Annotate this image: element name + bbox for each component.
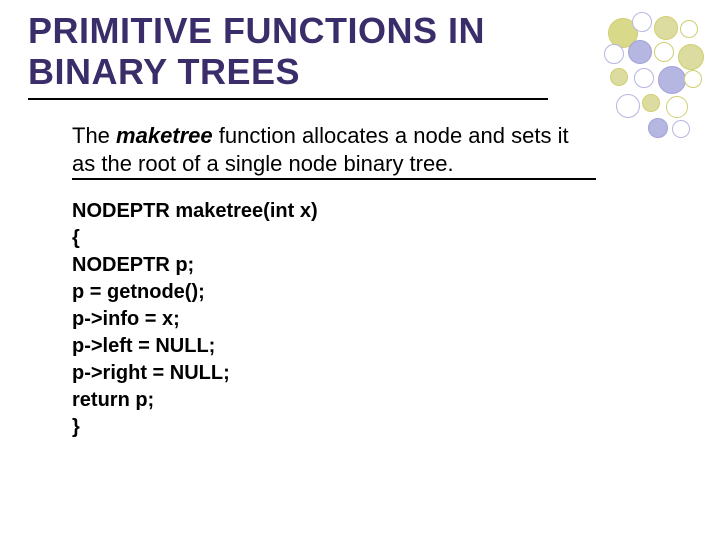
code-line: { bbox=[72, 225, 592, 252]
dot-icon bbox=[684, 70, 702, 88]
dot-icon bbox=[610, 68, 628, 86]
description-keyword: maketree bbox=[116, 123, 213, 148]
corner-dots-decoration bbox=[598, 10, 708, 150]
dot-icon bbox=[678, 44, 704, 70]
code-line: p->info = x; bbox=[72, 306, 592, 333]
dot-icon bbox=[642, 94, 660, 112]
description-pre: The bbox=[72, 123, 116, 148]
code-line: p->right = NULL; bbox=[72, 360, 592, 387]
title-underline bbox=[28, 98, 548, 100]
slide-title: PRIMITIVE FUNCTIONS IN BINARY TREES bbox=[28, 10, 588, 93]
dot-icon bbox=[648, 118, 668, 138]
slide: PRIMITIVE FUNCTIONS IN BINARY TREES The … bbox=[0, 0, 720, 540]
dot-icon bbox=[666, 96, 688, 118]
dot-icon bbox=[616, 94, 640, 118]
dot-icon bbox=[628, 40, 652, 64]
dot-icon bbox=[672, 120, 690, 138]
code-line: p->left = NULL; bbox=[72, 333, 592, 360]
code-line: return p; bbox=[72, 387, 592, 414]
dot-icon bbox=[654, 16, 678, 40]
code-line: NODEPTR p; bbox=[72, 252, 592, 279]
dot-icon bbox=[604, 44, 624, 64]
description: The maketree function allocates a node a… bbox=[72, 122, 592, 177]
code-block: NODEPTR maketree(int x){NODEPTR p;p = ge… bbox=[72, 198, 592, 441]
description-underline bbox=[72, 178, 596, 180]
dot-icon bbox=[634, 68, 654, 88]
code-line: } bbox=[72, 414, 592, 441]
dot-icon bbox=[680, 20, 698, 38]
dot-icon bbox=[654, 42, 674, 62]
dot-icon bbox=[632, 12, 652, 32]
dot-icon bbox=[658, 66, 686, 94]
code-line: NODEPTR maketree(int x) bbox=[72, 198, 592, 225]
code-line: p = getnode(); bbox=[72, 279, 592, 306]
